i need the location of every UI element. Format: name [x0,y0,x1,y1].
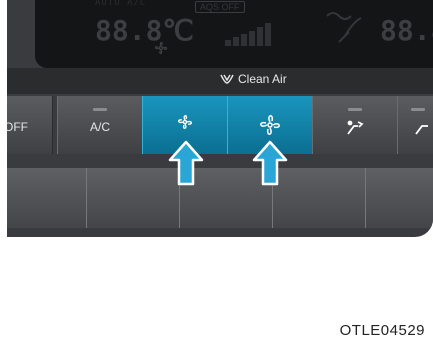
vent2-indicator-led [411,108,425,111]
lower-key-2[interactable] [86,168,180,228]
figure-code: OTLE04529 [339,322,425,339]
vent-mode-button-2[interactable] [397,96,433,154]
lcd-fan-icon [154,41,168,55]
clean-air-text: Clean Air [238,72,287,86]
clean-air-icon [220,74,234,84]
lcd-temp-left: 88.8℃ [95,14,194,47]
vent-indicator-led [348,108,362,111]
ac-button-label: A/C [89,120,110,134]
fan-small-icon [178,115,192,129]
lcd-mode-text: AUTO A/C [95,0,147,8]
fan-large-icon [260,115,280,135]
vent-mode-icon [415,125,428,135]
lower-key-5[interactable] [365,168,433,228]
ac-button[interactable]: A/C [57,96,143,154]
lower-key-1[interactable] [7,168,87,228]
lower-key-row [7,168,433,228]
clean-air-label-group: Clean Air [219,72,287,86]
up-arrow-icon [168,140,204,186]
climate-control-panel: AUTO A/C 88.8℃ AQS OFF 88.8 Clean Air OF… [7,0,433,237]
aqs-badge: AQS OFF [195,1,245,13]
ac-indicator-led [93,108,107,111]
lcd-temp-right: 88.8 [380,14,433,47]
vent-mode-icon [347,120,364,135]
button-row: OFF A/C [7,96,433,162]
up-arrow-icon [252,140,288,186]
lcd-airflow-icon [326,12,362,43]
off-button[interactable]: OFF [7,96,53,154]
vent-mode-button[interactable] [312,96,398,154]
off-button-label: OFF [7,120,28,134]
lcd-fan-bars [225,22,273,46]
lcd-display: AUTO A/C 88.8℃ AQS OFF 88.8 [35,0,433,68]
